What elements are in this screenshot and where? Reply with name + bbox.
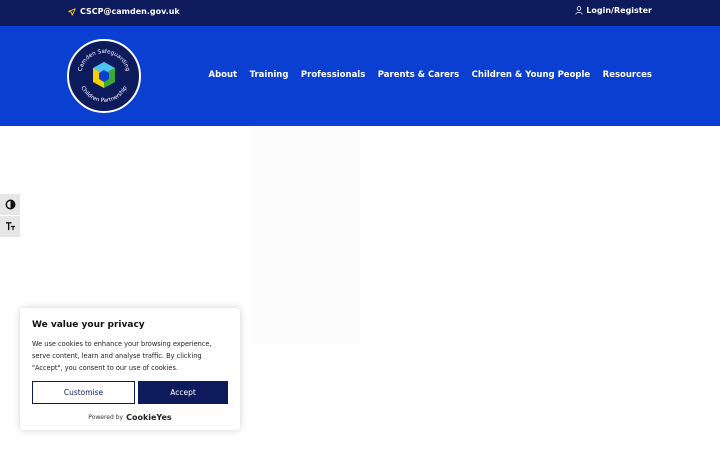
toggle-contrast-button[interactable] [0,194,20,215]
user-icon [575,6,583,15]
site-header: Camden Safeguarding Children Partnership… [0,26,720,126]
toggle-font-size-button[interactable] [0,216,20,237]
text-size-icon [5,222,15,231]
powered-by: Powered by CookieYes [20,413,240,422]
cookie-title: We value your privacy [32,320,145,330]
cookieyes-logo[interactable]: CookieYes [126,413,172,422]
logo-emblem: Camden Safeguarding Children Partnership [78,49,131,104]
nav-about[interactable]: About [208,70,237,80]
nav-professionals[interactable]: Professionals [301,70,365,80]
site-logo[interactable]: Camden Safeguarding Children Partnership [67,39,141,113]
nav-children-young-people[interactable]: Children & Young People [472,70,591,80]
powered-by-text: Powered by [88,414,124,421]
cookie-body: We use cookies to enhance your browsing … [32,340,212,372]
accessibility-toolbar [0,194,20,238]
accept-button[interactable]: Accept [138,381,228,404]
email-link[interactable]: CSCP@camden.gov.uk [68,7,180,16]
nav-parents-carers[interactable]: Parents & Carers [378,70,459,80]
content-placeholder [250,126,360,344]
login-text: Login/Register [586,6,652,15]
nav-training[interactable]: Training [250,70,289,80]
main-nav: About Training Professionals Parents & C… [208,70,652,80]
nav-resources[interactable]: Resources [603,70,652,80]
cookie-consent-banner: We value your privacy We use cookies to … [20,308,240,430]
contrast-icon [5,199,15,210]
send-icon [68,7,76,16]
login-register-link[interactable]: Login/Register [575,6,652,15]
top-bar: CSCP@camden.gov.uk Login/Register [0,0,720,26]
customise-button[interactable]: Customise [32,381,135,404]
email-text: CSCP@camden.gov.uk [80,7,180,16]
